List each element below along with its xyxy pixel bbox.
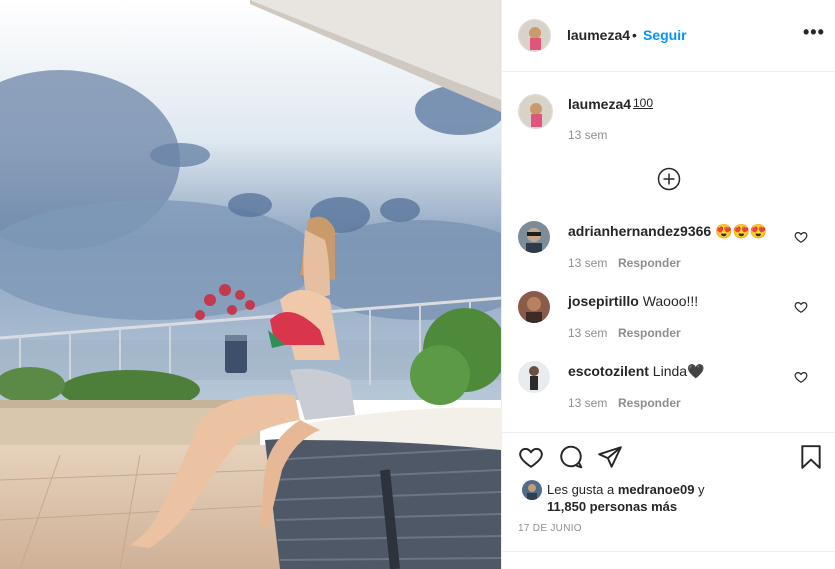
avatar-image <box>518 361 550 393</box>
comment-icon[interactable] <box>558 444 584 470</box>
author-username[interactable]: laumeza4 <box>567 27 630 43</box>
likes-prefix: Les gusta a <box>547 482 618 497</box>
post-photo-image <box>0 0 501 569</box>
reply-button[interactable]: Responder <box>618 396 681 410</box>
heart-icon[interactable] <box>794 300 808 314</box>
likes-connector: y <box>694 482 705 497</box>
comment-line: adrianhernandez9366 😍😍😍 <box>568 223 767 240</box>
add-comment-row[interactable] <box>518 561 818 569</box>
comment-text: 😍😍😍 <box>715 223 768 239</box>
follow-button[interactable]: Seguir <box>643 27 687 43</box>
post-details-panel: laumeza4 • Seguir ••• laumeza4 100 13 se… <box>501 0 835 569</box>
post-photo[interactable] <box>0 0 501 569</box>
avatar-image <box>519 95 552 128</box>
caption-username[interactable]: laumeza4 <box>568 96 631 112</box>
reply-button[interactable]: Responder <box>618 326 681 340</box>
avatar-image <box>522 480 542 500</box>
reply-button[interactable]: Responder <box>618 256 681 270</box>
liker-avatar[interactable] <box>522 480 542 500</box>
commenter-avatar[interactable] <box>518 291 550 323</box>
more-options-icon[interactable]: ••• <box>803 23 824 45</box>
post-caption: laumeza4 100 13 sem <box>502 72 835 202</box>
comment-item: josepirtillo Waooo!!! 13 sem Responder <box>502 291 835 351</box>
post-actions: Les gusta a medranoe09 y 11,850 personas… <box>502 432 835 569</box>
post-date[interactable]: 17 DE JUNIO <box>518 523 582 534</box>
liker-username[interactable]: medranoe09 <box>618 482 695 497</box>
likes-count-link[interactable]: 11,850 personas más <box>547 499 677 514</box>
caption-text: 100 <box>633 96 654 110</box>
commenter-avatar[interactable] <box>518 361 550 393</box>
avatar-image <box>519 20 550 51</box>
comment-username[interactable]: escotozilent <box>568 363 649 379</box>
comment-text: Waooo!!! <box>642 293 699 309</box>
heart-icon[interactable] <box>518 444 544 470</box>
avatar-image <box>518 291 550 323</box>
commenter-avatar[interactable] <box>518 221 550 253</box>
likes-text: Les gusta a medranoe09 y 11,850 personas… <box>547 481 705 515</box>
comment-timestamp[interactable]: 13 sem <box>568 396 607 410</box>
send-icon[interactable] <box>597 444 623 470</box>
divider <box>502 551 835 552</box>
comment-timestamp[interactable]: 13 sem <box>568 326 607 340</box>
avatar-image <box>518 221 550 253</box>
caption-timestamp[interactable]: 13 sem <box>568 128 607 142</box>
separator-dot: • <box>632 27 637 43</box>
heart-icon[interactable] <box>794 370 808 384</box>
comment-item: escotozilent Linda🖤 13 sem Responder <box>502 361 835 421</box>
comment-item: adrianhernandez9366 😍😍😍 13 sem Responder <box>502 221 835 281</box>
caption-author-avatar[interactable] <box>518 94 553 129</box>
bookmark-icon[interactable] <box>798 444 824 470</box>
author-avatar[interactable] <box>518 19 551 52</box>
comment-timestamp[interactable]: 13 sem <box>568 256 607 270</box>
comment-line: escotozilent Linda🖤 <box>568 363 704 380</box>
heart-icon[interactable] <box>794 230 808 244</box>
comment-username[interactable]: josepirtillo <box>568 293 639 309</box>
comment-username[interactable]: adrianhernandez9366 <box>568 223 711 239</box>
comment-line: josepirtillo Waooo!!! <box>568 293 698 309</box>
plus-circle-icon[interactable] <box>657 167 681 191</box>
comment-text: Linda🖤 <box>652 363 705 379</box>
post-header: laumeza4 • Seguir ••• <box>502 0 835 72</box>
